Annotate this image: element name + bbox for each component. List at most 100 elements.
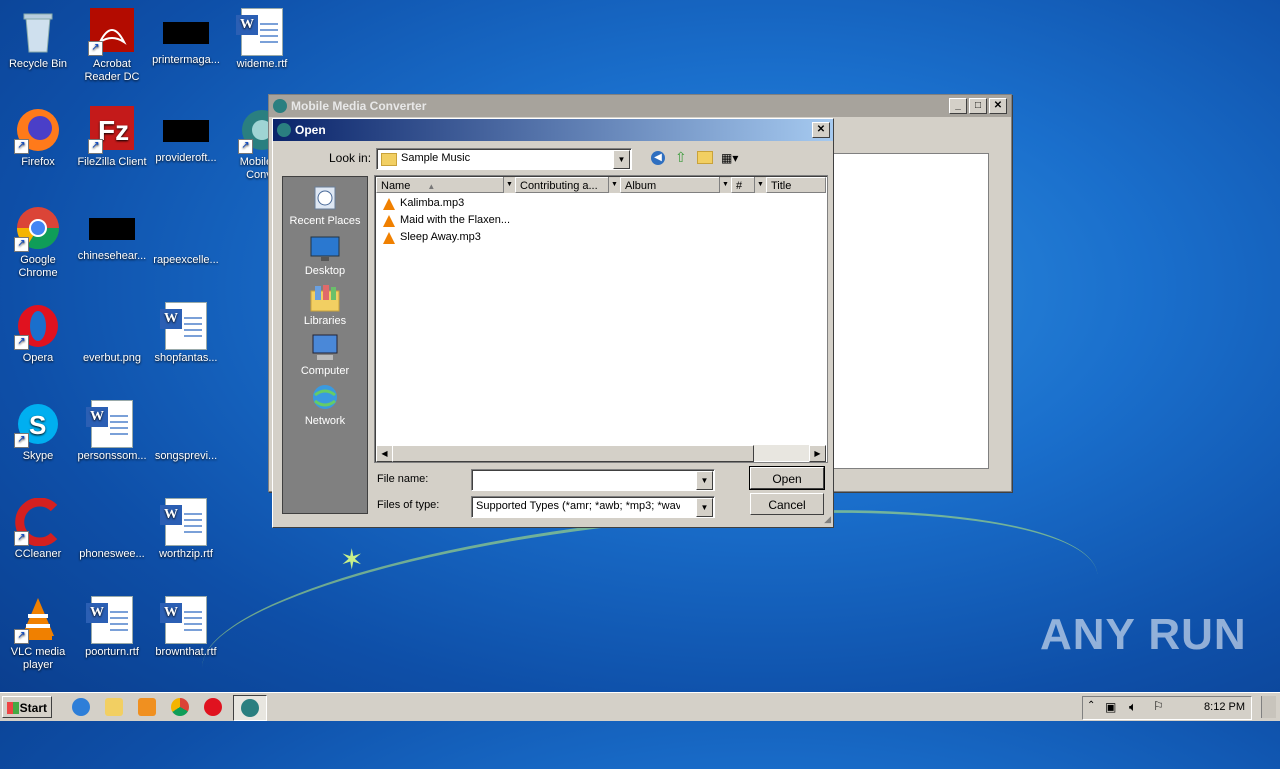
file-row[interactable]: Sleep Away.mp3: [383, 229, 481, 246]
desktop-icon-rapeexcelle[interactable]: rapeexcelle...: [148, 204, 224, 267]
taskbar: Start ⌃ ▣ 🔈︎ ⚐ 8:12 PM: [0, 692, 1280, 721]
taskbar-mobile-media-converter[interactable]: [233, 695, 267, 721]
cancel-button[interactable]: Cancel: [750, 493, 824, 515]
desktop-icon-ccleaner[interactable]: ↗ CCleaner: [0, 497, 76, 561]
files-of-type-select[interactable]: Supported Types (*amr; *awb; *mp3; *wav;…: [471, 496, 715, 518]
place-recent-places[interactable]: Recent Places: [283, 183, 367, 227]
maximize-button[interactable]: □: [969, 98, 987, 114]
file-explorer-icon[interactable]: [105, 698, 123, 716]
minimize-button[interactable]: _: [949, 98, 967, 114]
show-desktop-button[interactable]: [1261, 696, 1276, 718]
shortcut-arrow-icon: ↗: [88, 139, 103, 154]
network-icon[interactable]: ▣: [1105, 700, 1116, 714]
desktop-icon-phoneswee[interactable]: phoneswee...: [74, 498, 150, 561]
volume-icon[interactable]: 🔈︎: [1129, 699, 1137, 715]
open-button[interactable]: Open: [749, 466, 825, 490]
back-icon[interactable]: ◀: [651, 151, 665, 165]
file-thumbnail-icon: [89, 218, 135, 240]
chevron-up-icon[interactable]: ⌃: [1087, 700, 1095, 711]
internet-explorer-icon[interactable]: [72, 698, 90, 716]
chevron-down-icon[interactable]: ▼: [696, 471, 713, 490]
place-network[interactable]: Network: [283, 383, 367, 427]
recent-places-icon: [309, 183, 341, 213]
desktop-icon-printermaga[interactable]: printermaga...: [148, 8, 224, 67]
word-document-icon: W: [86, 596, 133, 644]
resize-grip-icon[interactable]: ◢: [824, 514, 831, 525]
column-header-album[interactable]: Album: [620, 177, 720, 193]
file-thumbnail-icon: [163, 120, 209, 142]
opera-icon[interactable]: [204, 698, 222, 716]
close-button[interactable]: ✕: [989, 98, 1007, 114]
file-name-input[interactable]: ▼: [471, 469, 715, 491]
column-header-contributing[interactable]: Contributing a...: [515, 177, 609, 193]
scroll-right-icon[interactable]: ▶: [809, 445, 826, 462]
desktop-icon-brownthat[interactable]: W brownthat.rtf: [148, 596, 224, 659]
app-icon: [277, 123, 291, 137]
scrollbar-thumb[interactable]: [392, 445, 754, 462]
up-folder-icon[interactable]: ⇧: [675, 149, 687, 166]
view-menu-icon[interactable]: ▦▾: [721, 151, 738, 165]
desktop-icon-wideme[interactable]: W wideme.rtf: [224, 8, 300, 71]
firefox-icon: ↗: [14, 106, 62, 154]
file-list[interactable]: Name ▲ ▼ Contributing a... ▼ Album ▼ # ▼…: [374, 175, 828, 463]
file-thumbnail-icon: [162, 400, 210, 448]
desktop-icon-vlc[interactable]: ↗ VLC media player: [0, 596, 76, 672]
desktop-icon-poorturn[interactable]: W poorturn.rtf: [74, 596, 150, 659]
parent-window-titlebar[interactable]: Mobile Media Converter _ □ ✕: [269, 95, 1011, 117]
desktop-icon-recycle-bin[interactable]: Recycle Bin: [0, 8, 76, 71]
desktop-icon-opera[interactable]: ↗ Opera: [0, 302, 76, 365]
desktop-icon-shopfantas[interactable]: W shopfantas...: [148, 302, 224, 365]
chevron-down-icon[interactable]: ▼: [719, 177, 731, 193]
horizontal-scrollbar[interactable]: ◀ ▶: [376, 445, 826, 462]
word-document-icon: W: [160, 596, 207, 644]
shortcut-arrow-icon: ↗: [14, 629, 29, 644]
column-header-title[interactable]: Title: [766, 177, 826, 193]
desktop-icon-acrobat[interactable]: ↗ Acrobat Reader DC: [74, 8, 150, 84]
word-document-icon: W: [160, 498, 207, 546]
file-thumbnail-icon: [88, 302, 136, 350]
media-player-icon[interactable]: [138, 698, 156, 716]
desktop-icon-songsprevi[interactable]: songsprevi...: [148, 400, 224, 463]
start-button[interactable]: Start: [2, 696, 52, 718]
chevron-down-icon[interactable]: ▼: [613, 150, 630, 169]
computer-icon: [309, 333, 341, 363]
place-desktop[interactable]: Desktop: [283, 233, 367, 277]
file-row[interactable]: Maid with the Flaxen...: [383, 212, 510, 229]
desktop-icon-chrome[interactable]: ↗ Google Chrome: [0, 204, 76, 280]
desktop-icon-filezilla[interactable]: Fz ↗ FileZilla Client: [74, 106, 150, 169]
new-folder-icon[interactable]: [697, 151, 713, 164]
wallpaper-sparkle: ✶: [340, 544, 364, 575]
desktop-icon-firefox[interactable]: ↗ Firefox: [0, 106, 76, 169]
desktop-icon-skype[interactable]: S ↗ Skype: [0, 400, 76, 463]
chrome-icon[interactable]: [171, 698, 189, 716]
look-in-select[interactable]: Sample Music ▼: [376, 148, 632, 170]
column-header-name[interactable]: Name ▲: [376, 177, 504, 193]
desktop-icon-personssom[interactable]: W personssom...: [74, 400, 150, 463]
parent-content-area: [831, 153, 989, 469]
chevron-down-icon[interactable]: ▼: [503, 177, 515, 193]
desktop-icon-chinesehear[interactable]: chinesehear...: [74, 204, 150, 263]
flag-icon[interactable]: ⚐: [1153, 699, 1164, 713]
file-thumbnail-icon: [88, 498, 136, 546]
place-libraries[interactable]: Libraries: [283, 283, 367, 327]
chevron-down-icon[interactable]: ▼: [696, 498, 713, 517]
file-row[interactable]: Kalimba.mp3: [383, 195, 464, 212]
places-bar: Recent Places Desktop Libraries Computer…: [282, 176, 368, 514]
clock[interactable]: 8:12 PM: [1204, 701, 1245, 713]
shortcut-arrow-icon: ↗: [14, 335, 29, 350]
chevron-down-icon[interactable]: ▼: [754, 177, 766, 193]
column-header-track-number[interactable]: #: [731, 177, 755, 193]
scroll-left-icon[interactable]: ◀: [376, 445, 393, 462]
open-dialog-titlebar[interactable]: Open ✕: [273, 119, 833, 141]
shortcut-arrow-icon: ↗: [88, 41, 103, 56]
file-name-label: File name:: [377, 473, 429, 485]
desktop-icon-everbut[interactable]: everbut.png: [74, 302, 150, 365]
place-computer[interactable]: Computer: [283, 333, 367, 377]
desktop-icon-provideroft[interactable]: provideroft...: [148, 106, 224, 165]
close-icon[interactable]: ✕: [812, 122, 830, 138]
desktop-icon-worthzip[interactable]: W worthzip.rtf: [148, 498, 224, 561]
vlc-file-icon: [383, 214, 395, 227]
vlc-icon: ↗: [14, 596, 62, 644]
open-dialog: Open ✕ Look in: Sample Music ▼ ◀ ⇧ ▦▾ Re…: [272, 118, 834, 528]
chevron-down-icon[interactable]: ▼: [608, 177, 620, 193]
